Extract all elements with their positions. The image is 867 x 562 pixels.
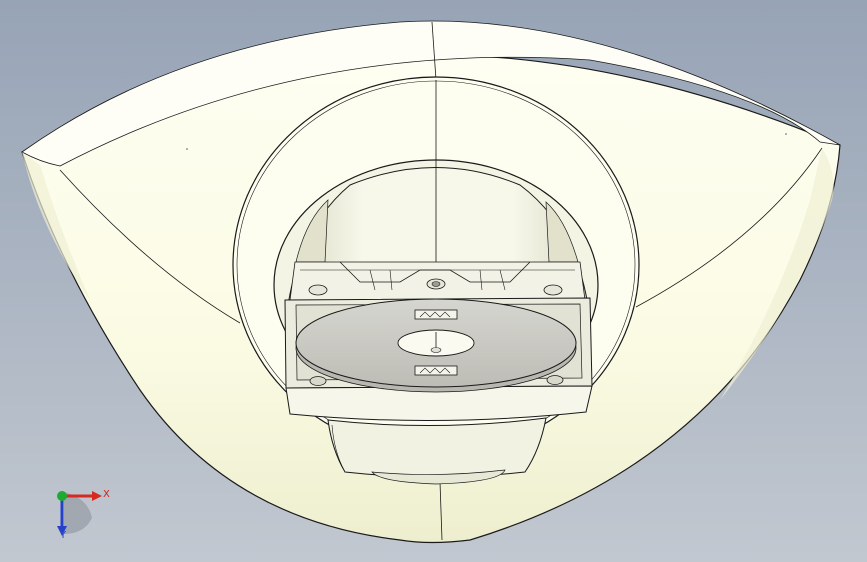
plate-slot-bottom — [414, 365, 458, 376]
triad-z-axis — [57, 491, 67, 501]
triad-y-label: Y — [60, 530, 67, 541]
plate-slot-top — [414, 309, 458, 320]
rotating-plate — [295, 298, 577, 393]
graphics-viewport[interactable]: X Y — [0, 0, 867, 562]
reference-triad: X Y — [40, 478, 120, 548]
triad-x-label: X — [103, 489, 110, 500]
3d-model-view[interactable] — [0, 0, 867, 562]
